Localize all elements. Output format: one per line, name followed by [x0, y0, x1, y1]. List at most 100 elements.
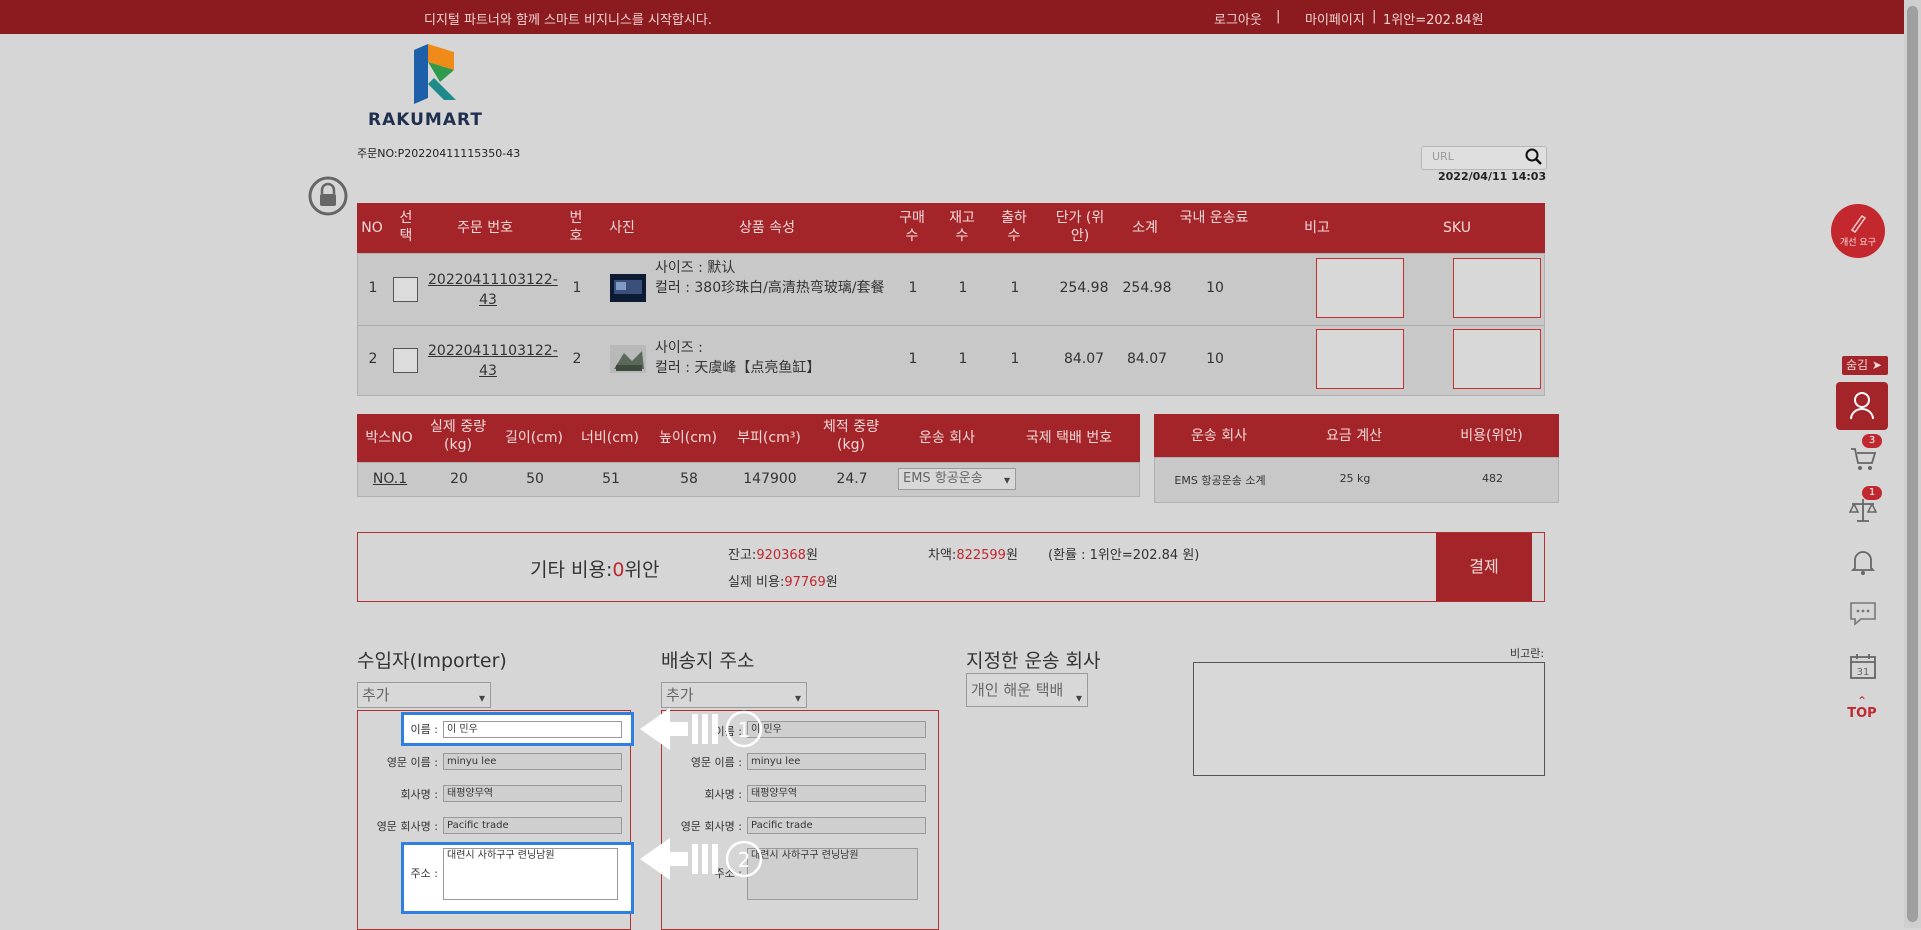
- url-placeholder: URL: [1432, 150, 1454, 163]
- payment-box: 기타 비용:0위안 잔고:920368원 차액:822599원 (환률 : 1위…: [357, 532, 1545, 602]
- actual-cost-label: 실제 비용:: [728, 575, 785, 590]
- importer-address-label: 주소 :: [410, 867, 438, 880]
- volume-weight: 24.7: [836, 471, 868, 487]
- difference-value: 822599: [956, 548, 1006, 563]
- order-link[interactable]: 20220411103122-43: [428, 270, 558, 310]
- scrollbar-thumb[interactable]: [1907, 6, 1918, 922]
- balance: 잔고:920368원: [728, 544, 818, 563]
- exchange-rate: 1위안=202.84원: [1383, 13, 1484, 28]
- importer-company-label: 회사명 :: [400, 788, 438, 801]
- importer-name-input[interactable]: 이 민우: [443, 721, 622, 738]
- chevron-up-icon: ⌃: [1856, 694, 1868, 708]
- bell-icon[interactable]: [1849, 548, 1877, 576]
- header-attributes: 상품 속성: [739, 220, 795, 236]
- importer-company-input[interactable]: 태평양무역: [443, 785, 622, 802]
- pay-button[interactable]: 결제: [1436, 533, 1532, 601]
- shipping-table-header: 운송 회사 요금 계산 비용(위안): [1154, 414, 1559, 457]
- play-icon: ➤: [1871, 358, 1882, 372]
- search-icon[interactable]: [1524, 147, 1544, 167]
- order-datetime: 2022/04/11 14:03: [1438, 170, 1547, 183]
- balance-scale-icon[interactable]: [1848, 496, 1878, 524]
- rakumart-logo-icon[interactable]: [410, 42, 462, 106]
- actual-weight: 20: [450, 471, 468, 487]
- header-subtotal: 소계: [1132, 220, 1158, 236]
- delivery-en-name-input[interactable]: minyu lee: [747, 753, 926, 770]
- product-photo[interactable]: [610, 274, 646, 302]
- stock-qty: 1: [958, 280, 968, 296]
- difference: 차액:822599원: [928, 544, 1018, 563]
- header-buy-qty: 구매수: [899, 210, 925, 244]
- product-color: 컬러 : 天虞峰【点亮鱼缸】: [655, 360, 821, 376]
- header-cost: 비용(위안): [1460, 428, 1523, 444]
- header-photo: 사진: [609, 220, 635, 236]
- box-carrier-select[interactable]: EMS 항공운송 ▾: [898, 468, 1016, 490]
- importer-select[interactable]: 추가 ▾: [357, 682, 491, 708]
- lock-icon[interactable]: [308, 176, 348, 216]
- mypage-link[interactable]: 마이페이지: [1305, 9, 1365, 28]
- header-remarks: 비고: [1304, 220, 1330, 236]
- profile-button[interactable]: [1836, 382, 1888, 430]
- top-bar: 디지털 파트너와 함께 스마트 비지니스를 시작합시다. 로그아웃 | 마이페이…: [0, 0, 1921, 34]
- box-number-link[interactable]: NO.1: [358, 471, 422, 487]
- sku-textarea[interactable]: [1453, 329, 1541, 389]
- remarks-textarea[interactable]: [1316, 258, 1404, 318]
- delivery-name-input[interactable]: 이 민우: [747, 721, 926, 738]
- delivery-address-textarea[interactable]: 대련시 사하구구 련닝남원: [747, 848, 918, 900]
- row-checkbox[interactable]: [393, 348, 418, 373]
- delivery-company-input[interactable]: 태평양무역: [747, 785, 926, 802]
- other-cost: 기타 비용:0위안: [530, 555, 659, 582]
- items-table-body: 1 20220411103122-43 1 사이즈 : 默认 컬러 : 380珍…: [357, 253, 1545, 396]
- row-number: 1: [572, 280, 582, 296]
- header-width: 너비(cm): [580, 430, 640, 446]
- importer-address-textarea[interactable]: 대련시 사하구구 련닝남원: [443, 848, 618, 900]
- arrow-left-icon: 2: [640, 838, 763, 880]
- chat-icon[interactable]: [1848, 600, 1878, 626]
- order-number: 주문NO:P20220411115350-43: [357, 147, 521, 160]
- header-box-no: 박스NO: [365, 430, 413, 446]
- logout-link[interactable]: 로그아웃: [1214, 9, 1262, 28]
- chevron-down-icon: ▾: [1075, 691, 1082, 705]
- header-actual-weight: 실제 중량(kg): [430, 419, 486, 453]
- importer-select-value: 추가: [362, 686, 390, 704]
- separator: |: [1276, 9, 1281, 24]
- importer-en-name-input[interactable]: minyu lee: [443, 753, 622, 770]
- other-cost-unit: 위안: [624, 559, 660, 581]
- header-domestic-shipping: 국내 운송료: [1179, 210, 1249, 226]
- header-tracking-number: 국제 택배 번호: [1025, 430, 1113, 446]
- carrier-select[interactable]: 개인 해운 택배 ▾: [966, 673, 1088, 707]
- ship-qty: 1: [1010, 280, 1020, 296]
- shipping-weight: 25 kg: [1339, 472, 1371, 485]
- hide-sidebar-button[interactable]: 숨김 ➤: [1842, 356, 1888, 375]
- importer-name-label: 이름 :: [410, 723, 438, 736]
- scroll-top-button[interactable]: ⌃ TOP: [1846, 694, 1878, 721]
- ship-qty: 1: [1010, 351, 1020, 367]
- improve-request-button[interactable]: 개선 요구: [1831, 204, 1885, 258]
- product-size: 사이즈 : 默认: [655, 260, 736, 276]
- sku-textarea[interactable]: [1453, 258, 1541, 318]
- product-photo[interactable]: [610, 345, 646, 373]
- step-1-number: 1: [738, 718, 751, 742]
- unit-price: 254.98: [1059, 280, 1109, 296]
- header-carrier: 운송 회사: [919, 430, 975, 446]
- header-unit-price: 단가 (위안): [1055, 210, 1105, 244]
- domestic-shipping: 10: [1206, 351, 1224, 367]
- importer-en-company-input[interactable]: Pacific trade: [443, 817, 622, 834]
- product-color: 컬러 : 380珍珠白/高清热弯玻璃/套餐: [655, 280, 885, 296]
- logo-text: RAKUMART: [368, 110, 483, 130]
- chevron-down-icon: ▾: [794, 691, 801, 705]
- actual-cost-value: 97769: [784, 575, 826, 590]
- delivery-en-name-label: 영문 이름 :: [690, 756, 742, 769]
- row-checkbox[interactable]: [393, 277, 418, 302]
- header-select: 선택: [399, 210, 413, 244]
- delivery-en-company-input[interactable]: Pacific trade: [747, 817, 926, 834]
- calendar-icon[interactable]: 31: [1849, 652, 1877, 680]
- carrier-title: 지정한 운송 회사: [966, 650, 1101, 672]
- remarks-textarea[interactable]: [1193, 662, 1545, 776]
- cart-icon[interactable]: [1849, 446, 1877, 472]
- delivery-title: 배송지 주소: [661, 650, 755, 672]
- header-stock-qty: 재고수: [949, 210, 975, 244]
- order-link[interactable]: 20220411103122-43: [428, 341, 558, 381]
- row-no: 2: [368, 351, 378, 367]
- remarks-textarea[interactable]: [1316, 329, 1404, 389]
- header-height: 높이(cm): [658, 430, 718, 446]
